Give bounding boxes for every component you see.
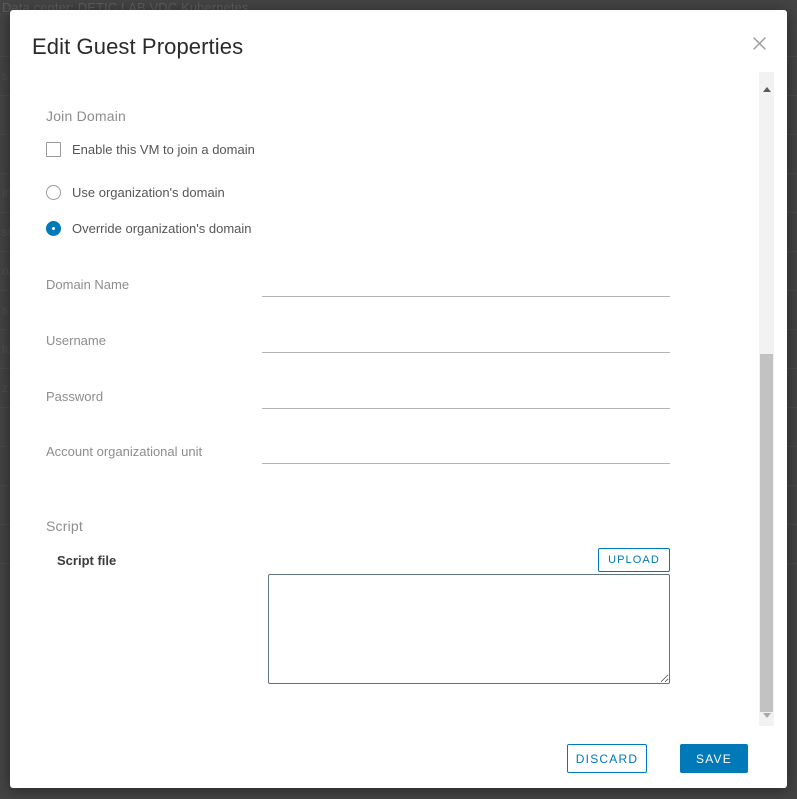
triangle-down-icon[interactable] xyxy=(759,707,774,723)
password-input[interactable] xyxy=(262,383,670,409)
upload-button[interactable]: UPLOAD xyxy=(598,548,670,572)
domain-name-input[interactable] xyxy=(262,271,670,297)
background-cell: s xyxy=(2,303,8,317)
discard-button[interactable]: DISCARD xyxy=(567,744,647,773)
script-file-label: Script file xyxy=(57,553,117,568)
domain-name-label: Domain Name xyxy=(46,277,130,292)
field-row-account-org-unit: Account organizational unit xyxy=(10,438,755,468)
arrow-up-glyph xyxy=(762,86,771,92)
form-content: Join Domain Enable this VM to join a dom… xyxy=(10,72,755,726)
override-org-domain-radio-row[interactable]: Override organization's domain xyxy=(46,221,252,236)
dialog-header: Edit Guest Properties xyxy=(10,10,787,72)
username-label: Username xyxy=(46,333,106,348)
use-org-domain-label: Use organization's domain xyxy=(72,185,225,200)
edit-guest-properties-dialog: Edit Guest Properties Join Domain Enable… xyxy=(10,10,787,788)
background-cell: z xyxy=(2,381,8,395)
field-row-password: Password xyxy=(10,383,755,413)
background-cell: s xyxy=(2,69,8,83)
account-org-unit-input[interactable] xyxy=(262,438,670,464)
page-title: Edit Guest Properties xyxy=(32,34,244,59)
save-button[interactable]: SAVE xyxy=(680,744,748,773)
account-org-unit-label: Account organizational unit xyxy=(46,444,203,459)
arrow-down-glyph xyxy=(762,712,771,718)
dialog-body: Join Domain Enable this VM to join a dom… xyxy=(10,72,787,726)
username-input[interactable] xyxy=(262,327,670,353)
scrollbar-thumb[interactable] xyxy=(760,354,773,712)
vertical-scrollbar[interactable] xyxy=(759,72,774,726)
section-title-join-domain: Join Domain xyxy=(46,108,127,124)
section-title-script: Script xyxy=(46,518,83,534)
override-org-domain-label: Override organization's domain xyxy=(72,221,252,236)
enable-join-domain-label: Enable this VM to join a domain xyxy=(72,142,255,157)
script-textarea[interactable] xyxy=(268,574,670,684)
dialog-footer: DISCARD SAVE xyxy=(10,726,787,788)
password-label: Password xyxy=(46,389,104,404)
triangle-up-icon[interactable] xyxy=(759,81,774,97)
field-row-username: Username xyxy=(10,327,755,357)
enable-join-domain-checkbox-row[interactable]: Enable this VM to join a domain xyxy=(46,142,255,157)
field-row-domain-name: Domain Name xyxy=(10,271,755,301)
use-org-domain-radio-row[interactable]: Use organization's domain xyxy=(46,185,225,200)
enable-join-domain-checkbox[interactable] xyxy=(46,142,61,157)
override-org-domain-radio[interactable] xyxy=(46,221,61,236)
use-org-domain-radio[interactable] xyxy=(46,185,61,200)
close-icon[interactable] xyxy=(745,29,773,57)
